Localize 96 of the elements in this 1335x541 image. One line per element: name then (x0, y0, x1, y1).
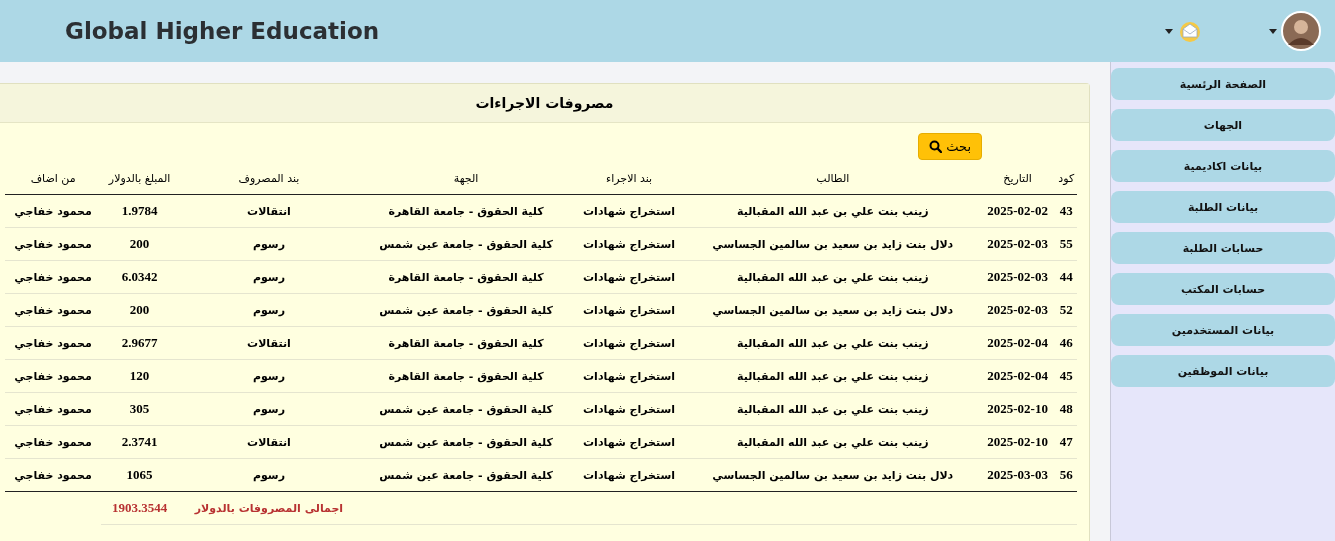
table-cell: 2.3741 (101, 425, 178, 459)
table-cell: محمود خفاجي (5, 260, 102, 294)
table-cell: كلية الحقوق - جامعة عين شمس (359, 425, 573, 459)
column-header: بند الاجراء (572, 162, 686, 195)
table-cell: 305 (101, 392, 178, 426)
table-cell: 48 (1055, 392, 1077, 426)
table-cell: دلال بنت زايد بن سعيد بن سالمين الجساسي (685, 227, 980, 261)
table-cell: 2025-02-03 (979, 227, 1056, 261)
column-header: المبلغ بالدولار (101, 162, 178, 195)
table-cell: انتقالات (178, 194, 360, 228)
table-cell: دلال بنت زايد بن سعيد بن سالمين الجساسي (685, 293, 980, 327)
table-cell: 56 (1055, 458, 1077, 492)
table-cell: 46 (1055, 326, 1077, 360)
table-cell: 2025-02-03 (979, 260, 1056, 294)
avatar-icon[interactable] (1281, 11, 1321, 51)
column-header: بند المصروف (178, 162, 360, 195)
table-cell: استخراج شهادات (572, 425, 686, 459)
sidebar-item[interactable]: بيانات المستخدمين (1111, 314, 1335, 346)
table-cell: 2025-02-02 (979, 194, 1056, 228)
table-cell: 55 (1055, 227, 1077, 261)
column-header: من اضاف (5, 162, 102, 195)
table-cell: زينب بنت علي بن عبد الله المقبالية (685, 194, 980, 228)
table-cell: زينب بنت علي بن عبد الله المقبالية (685, 260, 980, 294)
table-cell: استخراج شهادات (572, 293, 686, 327)
table-cell: كلية الحقوق - جامعة القاهرة (359, 194, 573, 228)
table-cell: زينب بنت علي بن عبد الله المقبالية (685, 359, 980, 393)
table-cell: 2025-02-10 (979, 425, 1056, 459)
column-header: التاريخ (979, 162, 1056, 195)
app-title: Global Higher Education (65, 18, 380, 44)
sidebar-item[interactable]: بيانات اكاديمية (1111, 150, 1335, 182)
table-cell: 2025-02-04 (979, 326, 1056, 360)
table-cell: رسوم (178, 458, 360, 492)
table-cell: استخراج شهادات (572, 326, 686, 360)
table-cell: محمود خفاجي (5, 425, 102, 459)
table-cell: 2.9677 (101, 326, 178, 360)
table-cell: 2025-02-04 (979, 359, 1056, 393)
table-cell: 120 (101, 359, 178, 393)
table-cell: كلية الحقوق - جامعة القاهرة (359, 326, 573, 360)
table-cell: كلية الحقوق - جامعة عين شمس (359, 392, 573, 426)
sidebar-item[interactable]: بيانات الموظفين (1111, 355, 1335, 387)
table-cell: كلية الحقوق - جامعة القاهرة (359, 359, 573, 393)
table-cell: زينب بنت علي بن عبد الله المقبالية (685, 425, 980, 459)
caret-icon[interactable] (1165, 28, 1173, 34)
table-cell: كلية الحقوق - جامعة عين شمس (359, 227, 573, 261)
table-cell: زينب بنت علي بن عبد الله المقبالية (685, 392, 980, 426)
table-cell: 52 (1055, 293, 1077, 327)
column-header: الطالب (685, 162, 980, 195)
search-button[interactable]: بحث (918, 133, 982, 160)
table-cell: انتقالات (178, 425, 360, 459)
table-cell: استخراج شهادات (572, 260, 686, 294)
table-cell: 200 (101, 293, 178, 327)
table-cell: 2025-02-10 (979, 392, 1056, 426)
table-cell: محمود خفاجي (5, 326, 102, 360)
column-header: الجهة (359, 162, 573, 195)
table-cell: 2025-03-03 (979, 458, 1056, 492)
sidebar-item[interactable]: الجهات (1111, 109, 1335, 141)
table-cell: محمود خفاجي (5, 458, 102, 492)
table-cell: زينب بنت علي بن عبد الله المقبالية (685, 326, 980, 360)
table-cell: استخراج شهادات (572, 359, 686, 393)
table-cell: استخراج شهادات (572, 194, 686, 228)
table-cell: 44 (1055, 260, 1077, 294)
table-cell: 2025-02-03 (979, 293, 1056, 327)
table-cell: 43 (1055, 194, 1077, 228)
sidebar-item[interactable]: حسابات الطلبة (1111, 232, 1335, 264)
table-cell: رسوم (178, 260, 360, 294)
sidebar-item[interactable]: حسابات المكتب (1111, 273, 1335, 305)
table-cell: 1065 (101, 458, 178, 492)
total-value: 1903.3544 (101, 491, 178, 525)
table-cell: رسوم (178, 227, 360, 261)
search-icon (929, 140, 943, 153)
sidebar-item[interactable]: الصفحة الرئسية (1111, 68, 1335, 100)
table-cell: 45 (1055, 359, 1077, 393)
table-cell: محمود خفاجي (5, 359, 102, 393)
table-cell: رسوم (178, 359, 360, 393)
table-cell: دلال بنت زايد بن سعيد بن سالمين الجساسي (685, 458, 980, 492)
table-cell: كلية الحقوق - جامعة عين شمس (359, 458, 573, 492)
column-header: كود (1055, 162, 1077, 195)
sidebar-item[interactable]: بيانات الطلبة (1111, 191, 1335, 223)
table-cell: رسوم (178, 293, 360, 327)
table-cell: كلية الحقوق - جامعة القاهرة (359, 260, 573, 294)
total-label: اجمالى المصروفات بالدولار (178, 491, 360, 525)
table-cell: محمود خفاجي (5, 392, 102, 426)
table-cell: 6.0342 (101, 260, 178, 294)
table-cell: محمود خفاجي (5, 194, 102, 228)
table-cell: انتقالات (178, 326, 360, 360)
table-cell: كلية الحقوق - جامعة عين شمس (359, 293, 573, 327)
table-cell: محمود خفاجي (5, 227, 102, 261)
table-cell: محمود خفاجي (5, 293, 102, 327)
table-cell: استخراج شهادات (572, 392, 686, 426)
table-cell: 1.9784 (101, 194, 178, 228)
card-title: مصروفات الاجراءات (475, 95, 614, 111)
table-cell: استخراج شهادات (572, 227, 686, 261)
table-cell: 47 (1055, 425, 1077, 459)
table-cell: 200 (101, 227, 178, 261)
table-cell: رسوم (178, 392, 360, 426)
table-cell: استخراج شهادات (572, 458, 686, 492)
